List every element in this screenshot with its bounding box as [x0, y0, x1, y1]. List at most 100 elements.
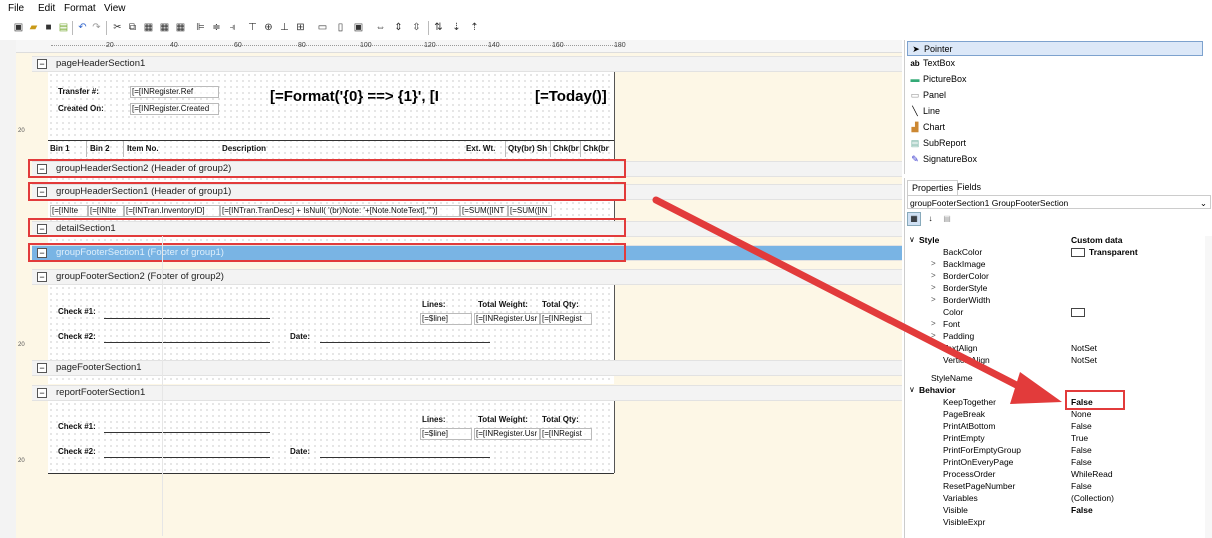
chevron-right-icon[interactable]: >: [931, 330, 936, 342]
chevron-right-icon[interactable]: >: [931, 270, 936, 282]
total-weight-label[interactable]: Total Weight:: [478, 300, 528, 310]
check1-label[interactable]: Check #1:: [58, 422, 96, 432]
created-label[interactable]: Created On:: [58, 104, 104, 114]
categorized-icon[interactable]: ▦: [907, 212, 921, 226]
property-row[interactable]: Color: [907, 306, 1209, 318]
property-row[interactable]: ProcessOrder WhileRead: [907, 468, 1209, 480]
align-grid-icon[interactable]: ⊞: [294, 21, 307, 34]
collapse-toggle-icon[interactable]: −: [37, 59, 47, 69]
tool-chart[interactable]: ▟ Chart: [907, 120, 1203, 135]
property-row[interactable]: PageBreak None: [907, 408, 1209, 420]
property-row[interactable]: VerticalAlign NotSet: [907, 354, 1209, 366]
tool-subreport[interactable]: ▤ SubReport: [907, 136, 1203, 151]
tool-line[interactable]: ╲ Line: [907, 104, 1203, 119]
property-value[interactable]: False: [1071, 456, 1092, 468]
column-header[interactable]: Item No.: [127, 144, 159, 154]
lines-label[interactable]: Lines:: [422, 415, 446, 425]
date-label[interactable]: Date:: [290, 447, 310, 457]
property-value[interactable]: False: [1071, 480, 1092, 492]
property-row[interactable]: PrintForEmptyGroup False: [907, 444, 1209, 456]
menu-format[interactable]: Format: [64, 3, 96, 14]
property-row[interactable]: BackColor Transparent: [907, 246, 1209, 258]
column-header[interactable]: Chk(br: [583, 144, 613, 154]
property-category-style[interactable]: ∨ Style Custom data: [907, 234, 1209, 246]
order-icon[interactable]: ⇅: [432, 21, 445, 34]
column-header[interactable]: Chk(br: [553, 144, 579, 154]
property-row[interactable]: > Font: [907, 318, 1209, 330]
vspacing-icon[interactable]: ⇕: [392, 21, 405, 34]
new-icon[interactable]: ▣: [12, 21, 25, 34]
tool-panel[interactable]: ▭ Panel: [907, 88, 1203, 103]
lines-label[interactable]: Lines:: [422, 300, 446, 310]
column-header[interactable]: Ext. Wt.: [466, 144, 495, 154]
detail-field[interactable]: [=[INTran.InventoryID]: [124, 205, 220, 217]
detail-field[interactable]: [=SUM([INT: [460, 205, 508, 217]
alphabetical-icon[interactable]: ↓: [924, 214, 938, 223]
total-weight-field[interactable]: [=[INRegister.Usr: [474, 428, 540, 440]
size-both-icon[interactable]: ▣: [352, 21, 365, 34]
check2-label[interactable]: Check #2:: [58, 447, 96, 457]
copy-icon[interactable]: ⧉: [126, 21, 139, 34]
duplicate-icon[interactable]: ▦: [158, 21, 171, 34]
section-page-header[interactable]: − pageHeaderSection1: [32, 56, 902, 72]
chevron-right-icon[interactable]: >: [931, 294, 936, 306]
align-center-icon[interactable]: ≑: [210, 21, 223, 34]
created-field[interactable]: [=[INRegister.Created: [130, 103, 219, 115]
align-bottom-icon[interactable]: ⊥: [278, 21, 291, 34]
order-up-icon[interactable]: ⇡: [468, 21, 481, 34]
column-header[interactable]: Bin 1: [50, 144, 70, 154]
property-category-behavior[interactable]: ∨ Behavior: [907, 384, 1209, 396]
total-qty-field[interactable]: [=[INRegist: [540, 313, 592, 325]
property-row[interactable]: PrintOnEveryPage False: [907, 456, 1209, 468]
chevron-right-icon[interactable]: >: [931, 258, 936, 270]
property-row[interactable]: KeepTogether False: [907, 396, 1209, 408]
hspacing-icon[interactable]: ⇔: [374, 21, 387, 34]
column-header[interactable]: Bin 2: [90, 144, 110, 154]
menu-view[interactable]: View: [104, 3, 126, 14]
detail-field[interactable]: [=[INIte: [50, 205, 88, 217]
open-icon[interactable]: ▰: [27, 21, 40, 34]
property-row[interactable]: > BorderStyle: [907, 282, 1209, 294]
cut-icon[interactable]: ✂: [111, 21, 124, 34]
total-weight-label[interactable]: Total Weight:: [478, 415, 528, 425]
property-value[interactable]: [1071, 306, 1089, 318]
tab-properties[interactable]: Properties: [907, 180, 959, 195]
property-row[interactable]: ResetPageNumber False: [907, 480, 1209, 492]
redo-icon[interactable]: ↷: [90, 21, 103, 34]
tool-picturebox[interactable]: ▬ PictureBox: [907, 72, 1203, 87]
property-value[interactable]: (Collection): [1071, 492, 1114, 504]
date-label[interactable]: Date:: [290, 332, 310, 342]
detail-field[interactable]: [=SUM([IN: [508, 205, 552, 217]
align-middle-icon[interactable]: ⊕: [262, 21, 275, 34]
paste-icon[interactable]: ▦: [142, 21, 155, 34]
property-row[interactable]: Visible False: [907, 504, 1209, 516]
property-row[interactable]: TextAlign NotSet: [907, 342, 1209, 354]
property-value[interactable]: NotSet: [1071, 342, 1097, 354]
vspacing-equal-icon[interactable]: ⇳: [410, 21, 423, 34]
check2-label[interactable]: Check #2:: [58, 332, 96, 342]
today-expression-field[interactable]: [=Today()]: [535, 88, 615, 105]
property-row[interactable]: PrintAtBottom False: [907, 420, 1209, 432]
property-row[interactable]: > BackImage: [907, 258, 1209, 270]
property-row[interactable]: PrintEmpty True: [907, 432, 1209, 444]
tool-signaturebox[interactable]: ✎ SignatureBox: [907, 152, 1203, 167]
property-scrollbar[interactable]: [1205, 236, 1212, 538]
transfer-label[interactable]: Transfer #:: [58, 87, 99, 97]
property-row[interactable]: StyleName: [907, 372, 1209, 384]
property-row[interactable]: > BorderWidth: [907, 294, 1209, 306]
size-width-icon[interactable]: ▭: [316, 21, 329, 34]
property-row[interactable]: > BorderColor: [907, 270, 1209, 282]
check1-label[interactable]: Check #1:: [58, 307, 96, 317]
property-value[interactable]: False: [1071, 504, 1093, 516]
total-weight-field[interactable]: [=[INRegister.Usr: [474, 313, 540, 325]
size-height-icon[interactable]: ▯: [334, 21, 347, 34]
column-header[interactable]: Description: [222, 144, 266, 154]
undo-icon[interactable]: ↶: [76, 21, 89, 34]
detail-field[interactable]: [=[INTran.TranDesc] + IsNull( '(br)Note:…: [220, 205, 460, 217]
property-row[interactable]: Variables (Collection): [907, 492, 1209, 504]
chevron-right-icon[interactable]: >: [931, 282, 936, 294]
total-qty-label[interactable]: Total Qty:: [542, 300, 579, 310]
properties-icon[interactable]: ▤: [57, 21, 70, 34]
object-selector[interactable]: groupFooterSection1 GroupFooterSection ⌄: [907, 195, 1211, 209]
delete-icon[interactable]: ▦: [174, 21, 187, 34]
